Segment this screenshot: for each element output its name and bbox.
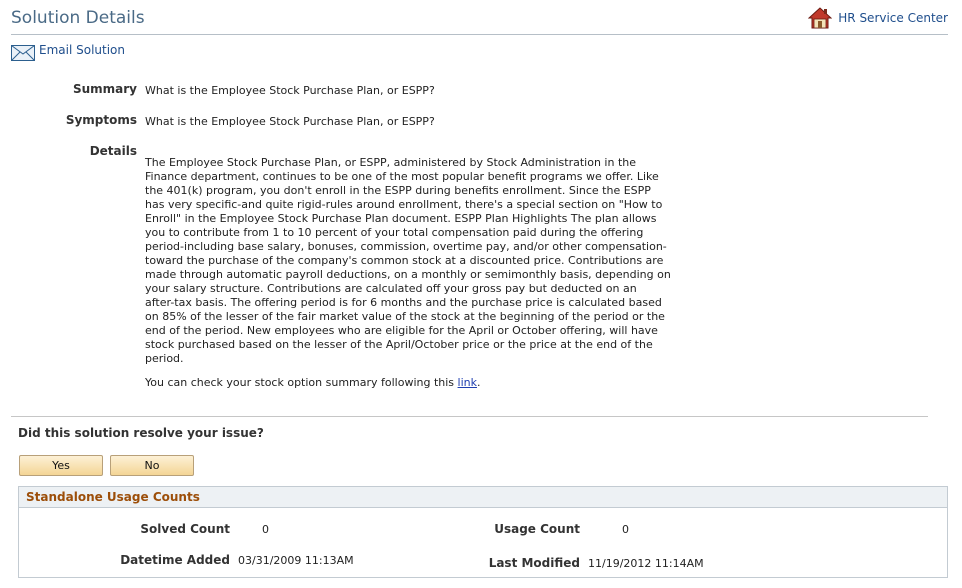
details-line: the 401(k) program, you don't enroll in … [145, 184, 651, 197]
usage-count-label: Usage Count [494, 522, 580, 536]
page-title: Solution Details [11, 8, 145, 28]
section-divider [11, 416, 928, 417]
summary-value: What is the Employee Stock Purchase Plan… [145, 84, 435, 97]
stock-option-text: You can check your stock option summary … [145, 376, 458, 389]
details-line: on 85% of the lesser of the fair market … [145, 310, 665, 323]
details-line: stock purchased based on the lesser of t… [145, 338, 653, 351]
no-button[interactable]: No [110, 455, 194, 476]
email-solution-label: Email Solution [39, 43, 125, 57]
details-line: Enroll" in the Employee Stock Purchase P… [145, 212, 657, 225]
title-divider [11, 34, 948, 35]
email-icon [11, 45, 35, 61]
details-line: period. [145, 352, 184, 365]
solved-count-value: 0 [262, 523, 269, 536]
details-line: after-tax basis. The offering period is … [145, 296, 662, 309]
details-text: The Employee Stock Purchase Plan, or ESP… [145, 156, 697, 366]
details-label: Details [89, 144, 137, 158]
details-line: you to contribute from 1 to 10 percent o… [145, 226, 644, 239]
details-line: period-including base salary, bonuses, c… [145, 240, 667, 253]
details-line: Finance department, continues to be one … [145, 170, 659, 183]
last-modified-label: Last Modified [488, 556, 580, 570]
usage-count-value: 0 [622, 523, 629, 536]
summary-label: Summary [72, 82, 137, 96]
solved-count-label: Solved Count [140, 522, 230, 536]
details-line: The Employee Stock Purchase Plan, or ESP… [145, 156, 637, 169]
email-solution-link[interactable]: Email Solution [11, 43, 125, 61]
resolve-question: Did this solution resolve your issue? [18, 426, 264, 440]
symptoms-label: Symptoms [65, 113, 137, 127]
hr-service-center-link[interactable]: HR Service Center [808, 6, 948, 30]
stock-option-link[interactable]: link [458, 376, 477, 389]
details-line: your salary structure. Contributions are… [145, 282, 637, 295]
datetime-added-label: Datetime Added [120, 553, 230, 567]
hr-service-center-label: HR Service Center [838, 11, 948, 25]
details-line: toward the purchase of the company's com… [145, 254, 664, 267]
symptoms-value: What is the Employee Stock Purchase Plan… [145, 115, 435, 128]
last-modified-value: 11/19/2012 11:14AM [588, 557, 704, 570]
datetime-added-value: 03/31/2009 11:13AM [238, 554, 354, 567]
home-icon [808, 7, 833, 29]
yes-button[interactable]: Yes [19, 455, 103, 476]
details-line: made through automatic payroll deduction… [145, 268, 671, 281]
details-line: has very specific-and quite rigid-rules … [145, 198, 663, 211]
stock-option-suffix: . [477, 376, 481, 389]
details-line: end of the period. New employees who are… [145, 324, 658, 337]
usage-counts-title: Standalone Usage Counts [19, 487, 947, 508]
stock-option-line: You can check your stock option summary … [145, 376, 481, 389]
